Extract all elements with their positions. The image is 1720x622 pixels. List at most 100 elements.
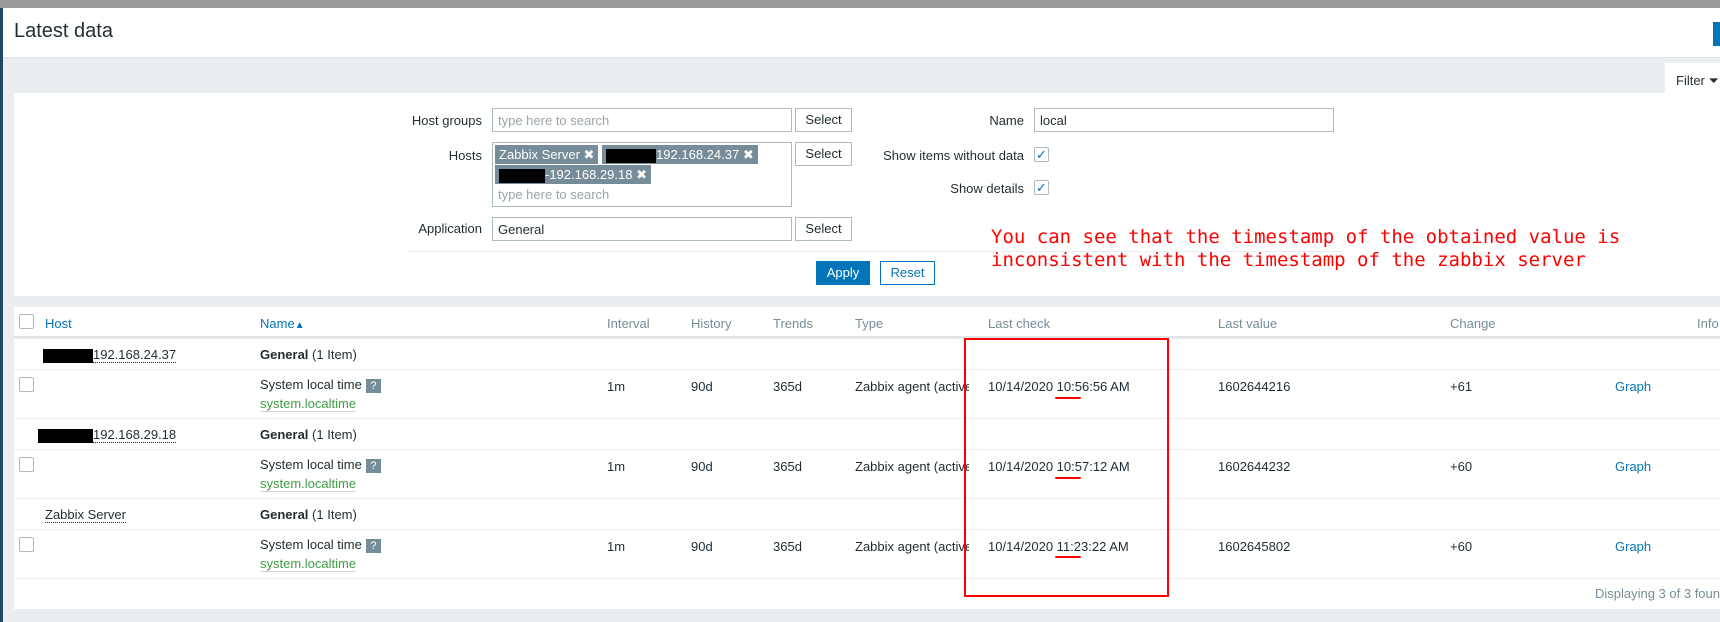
- show-details-checkbox[interactable]: ✓: [1034, 180, 1049, 195]
- sort-asc-icon: ▲: [294, 320, 305, 331]
- column-history: History: [691, 316, 732, 331]
- redaction: [38, 428, 93, 443]
- interval: 1m: [607, 459, 626, 474]
- application-label: Application: [418, 221, 482, 236]
- application-group: General (1 Item): [260, 347, 357, 362]
- application-name: General: [260, 507, 309, 522]
- item-count: (1 Item): [312, 507, 357, 522]
- displaying-count: Displaying 3 of 3 foun: [1594, 586, 1720, 601]
- host-tag: Zabbix Server ✖: [495, 145, 599, 164]
- host-name: Zabbix Server: [45, 507, 126, 523]
- host-groups-label: Host groups: [411, 113, 482, 128]
- page-header: Latest data: [3, 8, 1720, 58]
- type: Zabbix agent (active): [855, 539, 969, 554]
- column-change: Change: [1450, 316, 1496, 331]
- item-name: System local time?: [260, 377, 381, 393]
- application-input[interactable]: General: [492, 217, 792, 241]
- help-icon[interactable]: ?: [365, 539, 381, 553]
- column-host[interactable]: Host: [45, 316, 72, 331]
- highlight-box: [964, 338, 1169, 597]
- remove-icon[interactable]: ✖: [636, 167, 647, 182]
- show-items-without-data-checkbox[interactable]: ✓: [1034, 147, 1049, 162]
- graph-link[interactable]: Graph: [1615, 379, 1651, 394]
- item-name: System local time?: [260, 457, 381, 473]
- item-key: system.localtime: [260, 396, 357, 412]
- help-icon[interactable]: ?: [365, 459, 381, 473]
- name-input[interactable]: local: [1034, 108, 1334, 132]
- row-checkbox[interactable]: [19, 457, 34, 472]
- table-row: System local time? system.localtime 1m 9…: [14, 529, 1720, 578]
- interval: 1m: [607, 539, 626, 554]
- item-name: System local time?: [260, 537, 381, 553]
- column-name[interactable]: Name▲: [260, 316, 305, 331]
- underline-mark: [1055, 556, 1081, 558]
- underline-mark: [1055, 397, 1081, 399]
- host-groups-input[interactable]: type here to search: [492, 108, 792, 132]
- column-interval: Interval: [607, 316, 650, 331]
- last-value: 1602644232: [1218, 459, 1291, 474]
- graph-link[interactable]: Graph: [1615, 459, 1651, 474]
- apply-button[interactable]: Apply: [816, 261, 870, 285]
- host-name: 192.168.29.18: [93, 427, 177, 443]
- application-group: General (1 Item): [260, 427, 357, 442]
- redaction: [499, 168, 545, 183]
- filter-tab-label: Filter: [1676, 73, 1705, 88]
- column-last-value: Last value: [1218, 316, 1278, 331]
- type: Zabbix agent (active): [855, 379, 969, 394]
- item-key: system.localtime: [260, 476, 357, 492]
- trends: 365d: [773, 539, 802, 554]
- redaction: [43, 348, 93, 363]
- sidebar-edge: [0, 8, 3, 622]
- item-count: (1 Item): [312, 347, 357, 362]
- item-key: system.localtime: [260, 556, 357, 572]
- application-name: General: [260, 347, 309, 362]
- application-name: General: [260, 427, 309, 442]
- history: 90d: [691, 379, 713, 394]
- fullscreen-button[interactable]: [1713, 22, 1720, 46]
- page-title: Latest data: [14, 20, 113, 42]
- row-checkbox[interactable]: [19, 537, 34, 552]
- item-name-label: System local time: [260, 537, 362, 552]
- change: +60: [1450, 459, 1473, 474]
- item-count: (1 Item): [312, 427, 357, 442]
- graph-link[interactable]: Graph: [1615, 539, 1651, 554]
- row-checkbox[interactable]: [19, 377, 34, 392]
- history: 90d: [691, 539, 713, 554]
- host-tag: 192.168.24.37 ✖: [602, 145, 758, 164]
- host-groups-select-button[interactable]: Select: [795, 108, 852, 132]
- host-tag-label: Zabbix Server: [499, 147, 580, 162]
- remove-icon[interactable]: ✖: [584, 147, 595, 162]
- trends: 365d: [773, 459, 802, 474]
- column-info: Info: [1697, 316, 1719, 331]
- remove-icon[interactable]: ✖: [743, 147, 754, 162]
- underline-mark: [1055, 477, 1081, 479]
- latest-data-table: Host Name▲ Interval History Trends Type …: [14, 307, 1720, 609]
- group-row: 192.168.24.37 General (1 Item): [14, 338, 1720, 369]
- host-link[interactable]: Zabbix Server: [45, 507, 126, 523]
- hosts-multiselect[interactable]: Zabbix Server ✖ 192.168.24.37 ✖ -192.168…: [492, 142, 792, 207]
- table-row: System local time? system.localtime 1m 9…: [14, 449, 1720, 498]
- host-name: 192.168.24.37: [93, 347, 177, 363]
- host-link[interactable]: 192.168.29.18: [38, 427, 177, 443]
- reset-button[interactable]: Reset: [880, 261, 935, 285]
- host-tag-label: 192.168.24.37: [656, 147, 740, 162]
- annotation-text: You can see that the timestamp of the ob…: [991, 226, 1621, 271]
- row-divider: [14, 578, 1720, 579]
- hosts-label: Hosts: [448, 148, 482, 163]
- type: Zabbix agent (active): [855, 459, 969, 474]
- last-value: 1602644216: [1218, 379, 1291, 394]
- application-select-button[interactable]: Select: [795, 217, 852, 241]
- funnel-icon: ⏷: [1708, 73, 1719, 88]
- select-all-checkbox[interactable]: [19, 314, 34, 329]
- group-row: Zabbix Server General (1 Item): [14, 498, 1720, 529]
- change: +60: [1450, 539, 1473, 554]
- help-icon[interactable]: ?: [365, 379, 381, 393]
- application-group: General (1 Item): [260, 507, 357, 522]
- last-value: 1602645802: [1218, 539, 1291, 554]
- host-link[interactable]: 192.168.24.37: [43, 347, 177, 363]
- host-tag: -192.168.29.18 ✖: [495, 165, 651, 184]
- column-name-label: Name: [260, 316, 295, 331]
- column-last-check: Last check: [988, 316, 1051, 331]
- hosts-search-input[interactable]: type here to search: [495, 184, 789, 205]
- page: Latest data Filter ⏷ Host groups type he…: [0, 0, 1720, 622]
